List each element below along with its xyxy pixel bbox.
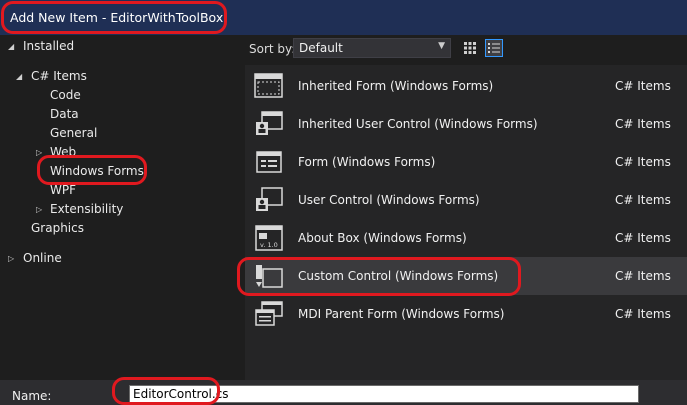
- collapsed-arrow-icon[interactable]: ▷: [36, 200, 42, 219]
- user-control-icon: [256, 187, 283, 211]
- tree-item-csharp-items[interactable]: C# Items: [31, 67, 87, 86]
- name-label: Name:: [12, 389, 52, 403]
- tree-item-wpf[interactable]: WPF: [50, 181, 76, 200]
- template-category: C# Items: [615, 193, 671, 207]
- template-category: C# Items: [615, 117, 671, 131]
- template-category: C# Items: [615, 307, 671, 321]
- tree-item-data[interactable]: Data: [50, 105, 79, 124]
- grid-view-icon: [464, 42, 476, 54]
- template-name: MDI Parent Form (Windows Forms): [298, 307, 505, 321]
- about-box-icon: v. 1.0: [255, 225, 283, 251]
- template-name: Inherited User Control (Windows Forms): [298, 117, 538, 131]
- list-view-icon: [488, 43, 500, 53]
- expanded-arrow-icon[interactable]: ◢: [16, 67, 22, 86]
- collapsed-arrow-icon[interactable]: ▷: [8, 249, 14, 268]
- template-category: C# Items: [615, 269, 671, 283]
- template-row[interactable]: v. 1.0 About Box (Windows Forms) C# Item…: [245, 219, 687, 257]
- template-row[interactable]: MDI Parent Form (Windows Forms) C# Items: [245, 295, 687, 333]
- template-category: C# Items: [615, 155, 671, 169]
- template-row[interactable]: Form (Windows Forms) C# Items: [245, 143, 687, 181]
- expanded-arrow-icon[interactable]: ◢: [8, 37, 14, 56]
- tree-item-installed[interactable]: Installed: [23, 37, 74, 56]
- category-tree: ◢ Installed ◢ C# Items Code Data General…: [0, 35, 245, 380]
- template-name: About Box (Windows Forms): [298, 231, 467, 245]
- form-icon: [256, 151, 282, 173]
- name-bar: Name: EditorControl.cs: [0, 380, 687, 405]
- sort-dropdown[interactable]: Default ▼: [293, 38, 451, 58]
- tree-item-general[interactable]: General: [50, 124, 97, 143]
- tree-item-web[interactable]: Web: [50, 143, 76, 162]
- small-icons-view-button[interactable]: [485, 39, 503, 57]
- medium-icons-view-button[interactable]: [461, 39, 479, 57]
- window-title: Add New Item - EditorWithToolBox: [10, 10, 224, 25]
- about-box-version-text: v. 1.0: [260, 241, 278, 249]
- tree-item-graphics[interactable]: Graphics: [31, 219, 84, 238]
- template-name: User Control (Windows Forms): [298, 193, 480, 207]
- sort-value: Default: [299, 41, 343, 55]
- template-category: C# Items: [615, 79, 671, 93]
- template-list: Inherited Form (Windows Forms) C# Items …: [245, 65, 687, 380]
- sort-label: Sort by:: [249, 42, 296, 56]
- name-input[interactable]: EditorControl.cs: [129, 385, 639, 403]
- inherited-user-control-icon: [256, 111, 283, 135]
- template-name: Form (Windows Forms): [298, 155, 436, 169]
- chevron-down-icon: ▼: [438, 41, 445, 51]
- custom-control-icon: [256, 265, 283, 288]
- template-row[interactable]: Inherited Form (Windows Forms) C# Items: [245, 67, 687, 105]
- tree-item-code[interactable]: Code: [50, 86, 81, 105]
- tree-item-windows-forms[interactable]: Windows Forms: [50, 162, 144, 181]
- sort-toolbar: Sort by: Default ▼: [245, 35, 687, 65]
- template-category: C# Items: [615, 231, 671, 245]
- tree-item-online[interactable]: Online: [23, 249, 62, 268]
- template-row[interactable]: Inherited User Control (Windows Forms) C…: [245, 105, 687, 143]
- mdi-parent-form-icon: [255, 301, 283, 326]
- inherited-form-icon: [254, 73, 283, 98]
- template-name: Custom Control (Windows Forms): [298, 269, 499, 283]
- template-name: Inherited Form (Windows Forms): [298, 79, 494, 93]
- tree-item-extensibility[interactable]: Extensibility: [50, 200, 123, 219]
- template-row[interactable]: User Control (Windows Forms) C# Items: [245, 181, 687, 219]
- title-bar: Add New Item - EditorWithToolBox: [0, 0, 687, 35]
- collapsed-arrow-icon[interactable]: ▷: [36, 143, 42, 162]
- template-row-selected[interactable]: Custom Control (Windows Forms) C# Items: [245, 257, 687, 295]
